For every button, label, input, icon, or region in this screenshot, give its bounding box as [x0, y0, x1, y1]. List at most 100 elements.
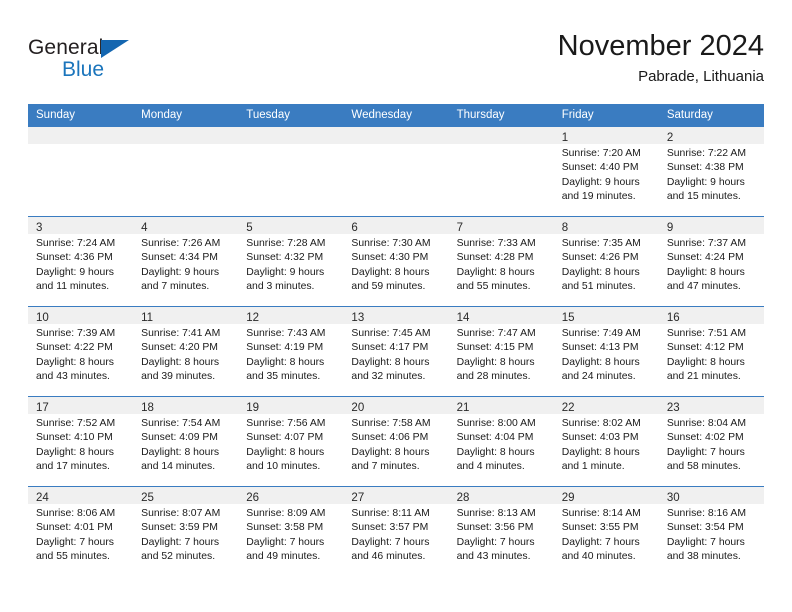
daylight-text-line2: and 32 minutes. [351, 371, 426, 383]
calendar-week-row: 3 Sunrise: 7:24 AM Sunset: 4:36 PM Daylight… [28, 216, 764, 307]
calendar-day-cell[interactable]: 21 Sunrise: 8:00 AM Sunset: 4:04 PM Dayligh… [448, 396, 554, 487]
calendar-day-cell[interactable]: 18 Sunrise: 7:54 AM Sunset: 4:09 PM Dayligh… [133, 396, 239, 487]
daylight-text-line2: and 11 minutes. [36, 281, 110, 293]
daylight-text-line1: Daylight: 8 hours [351, 446, 430, 458]
day-number: 11 [141, 312, 154, 324]
daylight-text-line2: and 4 minutes. [456, 461, 525, 473]
day-number-band: 17 [28, 397, 134, 414]
day-number: 10 [36, 312, 49, 324]
day-number: 14 [456, 312, 470, 324]
daylight-text-line1: Daylight: 7 hours [666, 446, 745, 458]
brand-triangle-icon [101, 40, 129, 58]
day-number-band: 6 [343, 217, 449, 234]
day-number: 7 [456, 222, 463, 234]
day-number-band: 23 [658, 397, 764, 414]
calendar-day-cell[interactable]: 14 Sunrise: 7:47 AM Sunset: 4:15 PM Dayligh… [448, 306, 554, 397]
sunset-text: Sunset: 4:02 PM [666, 432, 744, 444]
daylight-text-line2: and 7 minutes. [351, 461, 420, 473]
day-cell-details: Sunrise: 8:09 AM Sunset: 3:58 PM Daylight:… [238, 504, 343, 565]
calendar-grid: Sunday Monday Tuesday Wednesday Thursday… [28, 104, 764, 577]
day-cell-details: Sunrise: 8:11 AM Sunset: 3:57 PM Daylight:… [343, 504, 448, 565]
calendar-day-cell[interactable]: 15 Sunrise: 7:49 AM Sunset: 4:13 PM Dayligh… [553, 306, 659, 397]
calendar-day-cell[interactable]: 11 Sunrise: 7:41 AM Sunset: 4:20 PM Dayligh… [133, 306, 239, 397]
calendar-day-cell[interactable]: 30 Sunrise: 8:16 AM Sunset: 3:54 PM Dayligh… [658, 486, 764, 577]
day-number: 26 [246, 492, 260, 504]
calendar-day-cell[interactable]: 12 Sunrise: 7:43 AM Sunset: 4:19 PM Dayligh… [238, 306, 344, 397]
calendar-day-cell[interactable]: 13 Sunrise: 7:45 AM Sunset: 4:17 PM Dayligh… [343, 306, 449, 397]
calendar-day-cell[interactable]: 29 Sunrise: 8:14 AM Sunset: 3:55 PM Dayligh… [553, 486, 659, 577]
brand-name-general: General [28, 36, 104, 59]
daylight-text-line2: and 55 minutes. [36, 551, 110, 563]
sunrise-text: Sunrise: 7:28 AM [246, 238, 326, 249]
sunrise-text: Sunrise: 7:45 AM [351, 328, 431, 339]
calendar-week-row: 17 Sunrise: 7:52 AM Sunset: 4:10 PM Dayligh… [28, 396, 764, 487]
calendar-day-cell[interactable]: 7 Sunrise: 7:33 AM Sunset: 4:28 PM Daylight… [448, 216, 554, 307]
day-cell-details: Sunrise: 7:22 AM Sunset: 4:38 PM Daylight:… [659, 144, 764, 205]
calendar-day-cell[interactable]: 8 Sunrise: 7:35 AM Sunset: 4:26 PM Daylight… [553, 216, 659, 307]
page-subtitle: Pabrade, Lithuania [638, 68, 764, 85]
calendar-day-cell[interactable]: 5 Sunrise: 7:28 AM Sunset: 4:32 PM Daylight… [238, 216, 344, 307]
day-number: 8 [561, 222, 569, 234]
calendar-day-cell[interactable]: 17 Sunrise: 7:52 AM Sunset: 4:10 PM Dayligh… [28, 396, 134, 487]
day-cell-details: Sunrise: 7:43 AM Sunset: 4:19 PM Daylight:… [238, 324, 343, 385]
calendar-day-cell[interactable]: 19 Sunrise: 7:56 AM Sunset: 4:07 PM Dayligh… [238, 396, 344, 487]
daylight-text-line2: and 24 minutes. [561, 371, 636, 383]
day-number-band [133, 127, 239, 144]
sunrise-text: Sunrise: 7:20 AM [561, 148, 641, 159]
calendar-day-cell[interactable]: 3 Sunrise: 7:24 AM Sunset: 4:36 PM Daylight… [28, 216, 134, 307]
weekday-header-monday: Monday [133, 104, 239, 127]
calendar-day-cell[interactable]: 20 Sunrise: 7:58 AM Sunset: 4:06 PM Dayligh… [343, 396, 449, 487]
calendar-day-cell[interactable]: 2 Sunrise: 7:22 AM Sunset: 4:38 PM Daylight… [658, 126, 764, 217]
day-cell-details: Sunrise: 7:56 AM Sunset: 4:07 PM Daylight:… [238, 414, 343, 475]
calendar-day-cell[interactable]: 24 Sunrise: 8:06 AM Sunset: 4:01 PM Dayligh… [28, 486, 134, 577]
calendar-day-cell[interactable]: 9 Sunrise: 7:37 AM Sunset: 4:24 PM Daylight… [658, 216, 764, 307]
day-cell-details: Sunrise: 7:39 AM Sunset: 4:22 PM Daylight:… [28, 324, 133, 385]
title-block: November 2024 Pabrade, Lithuania [558, 28, 764, 88]
sunset-text: Sunset: 4:12 PM [666, 342, 744, 354]
day-number-band [28, 127, 134, 144]
sunrise-text: Sunrise: 7:58 AM [351, 418, 431, 429]
daylight-text-line1: Daylight: 8 hours [561, 446, 640, 458]
calendar-day-cell[interactable]: 25 Sunrise: 8:07 AM Sunset: 3:59 PM Dayligh… [133, 486, 239, 577]
sunrise-text: Sunrise: 8:16 AM [666, 508, 746, 519]
daylight-text-line2: and 43 minutes. [456, 551, 531, 563]
calendar-day-cell[interactable]: 16 Sunrise: 7:51 AM Sunset: 4:12 PM Dayligh… [658, 306, 764, 397]
daylight-text-line2: and 47 minutes. [666, 281, 741, 293]
calendar-day-cell[interactable]: 6 Sunrise: 7:30 AM Sunset: 4:30 PM Daylight… [343, 216, 449, 307]
calendar-day-cell[interactable]: 4 Sunrise: 7:26 AM Sunset: 4:34 PM Daylight… [133, 216, 239, 307]
calendar-day-cell[interactable]: 28 Sunrise: 8:13 AM Sunset: 3:56 PM Dayligh… [448, 486, 554, 577]
daylight-text-line2: and 10 minutes. [246, 461, 321, 473]
weekday-header-tuesday: Tuesday [238, 104, 344, 127]
sunset-text: Sunset: 4:38 PM [666, 162, 744, 174]
calendar-day-cell[interactable]: 22 Sunrise: 8:02 AM Sunset: 4:03 PM Dayligh… [553, 396, 659, 487]
sunrise-text: Sunrise: 7:37 AM [666, 238, 746, 249]
calendar-day-cell[interactable]: 1 Sunrise: 7:20 AM Sunset: 4:40 PM Daylight… [553, 126, 659, 217]
sunset-text: Sunset: 4:09 PM [141, 432, 218, 444]
day-number-band: 4 [133, 217, 239, 234]
sunrise-text: Sunrise: 7:22 AM [666, 148, 746, 159]
daylight-text-line1: Daylight: 8 hours [246, 446, 325, 458]
sunrise-text: Sunrise: 7:35 AM [561, 238, 641, 249]
day-number-band [343, 127, 449, 144]
sunset-text: Sunset: 3:55 PM [561, 522, 639, 534]
sunset-text: Sunset: 3:59 PM [141, 522, 218, 534]
calendar-day-cell[interactable]: 10 Sunrise: 7:39 AM Sunset: 4:22 PM Dayligh… [28, 306, 134, 397]
calendar-day-cell[interactable]: 26 Sunrise: 8:09 AM Sunset: 3:58 PM Dayligh… [238, 486, 344, 577]
day-number-band [238, 127, 344, 144]
calendar-page: General Blue November 2024 Pabrade, Lith… [0, 0, 792, 612]
daylight-text-line1: Daylight: 9 hours [666, 176, 745, 188]
day-number-band: 19 [238, 397, 344, 414]
daylight-text-line1: Daylight: 9 hours [141, 266, 220, 278]
calendar-day-cell[interactable]: 23 Sunrise: 8:04 AM Sunset: 4:02 PM Dayligh… [658, 396, 764, 487]
daylight-text-line1: Daylight: 8 hours [666, 266, 745, 278]
day-number: 30 [666, 492, 680, 504]
day-number: 2 [666, 132, 674, 144]
daylight-text-line2: and 14 minutes. [141, 461, 216, 473]
sunrise-text: Sunrise: 7:56 AM [246, 418, 326, 429]
day-number-band: 20 [343, 397, 449, 414]
daylight-text-line1: Daylight: 8 hours [36, 446, 114, 458]
day-cell-details: Sunrise: 7:58 AM Sunset: 4:06 PM Daylight:… [343, 414, 448, 475]
day-number-band: 28 [448, 487, 554, 504]
calendar-day-cell[interactable]: 27 Sunrise: 8:11 AM Sunset: 3:57 PM Dayligh… [343, 486, 449, 577]
sunrise-text: Sunrise: 8:02 AM [561, 418, 641, 429]
